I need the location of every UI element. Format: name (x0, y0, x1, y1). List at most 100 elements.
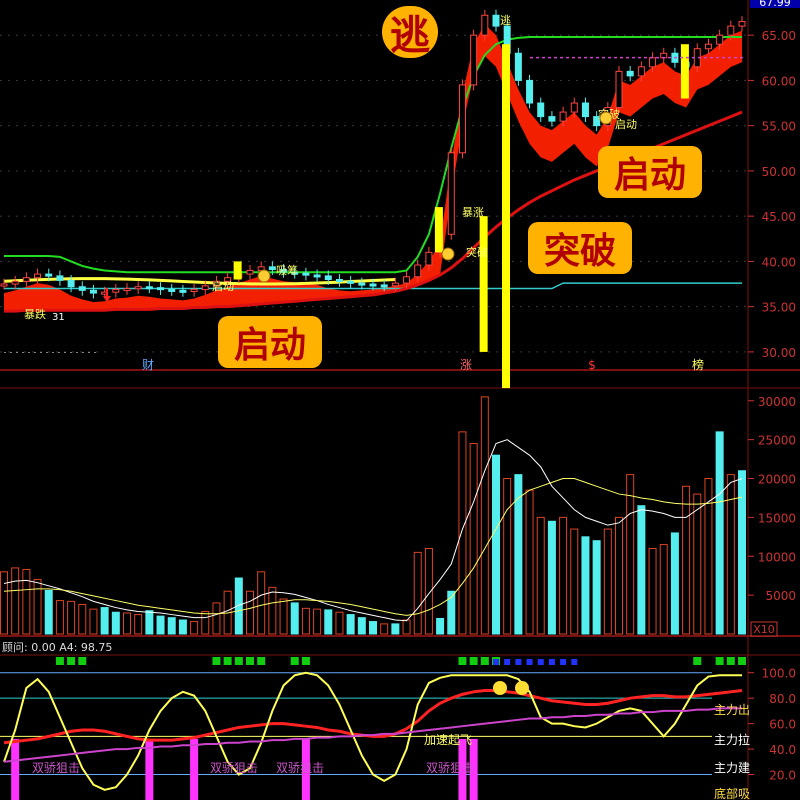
gridline-dot (488, 351, 490, 353)
gridline-dot (496, 79, 498, 81)
gridline-dot (312, 34, 314, 36)
dashed-level (680, 56, 683, 59)
gridline-dot (416, 306, 418, 308)
gridline-dot (176, 351, 178, 353)
candle-body (123, 288, 131, 292)
top-signal-square (458, 657, 467, 665)
gridline-dot (304, 125, 306, 127)
gridline-dot (584, 306, 586, 308)
volume-bar (715, 431, 724, 635)
gridline-dot (680, 125, 682, 127)
gridline-dot (240, 170, 242, 172)
gridline-dot (408, 351, 410, 353)
gridline-dot (344, 125, 346, 127)
gridline-dot (520, 170, 522, 172)
gridline-dot (736, 351, 738, 353)
dotted-line (34, 352, 36, 353)
gridline-dot (160, 79, 162, 81)
gridline-dot (400, 125, 402, 127)
gridline-dot (24, 260, 26, 262)
gridline-dot (304, 215, 306, 217)
gridline-dot (456, 306, 458, 308)
gridline-dot (320, 306, 322, 308)
gridline-dot (256, 125, 258, 127)
gridline-dot (272, 215, 274, 217)
gridline-dot (736, 306, 738, 308)
volume-bar (100, 607, 109, 635)
volume-y-tick-label: 25000 (758, 434, 796, 448)
gridline-dot (40, 34, 42, 36)
gridline-dot (440, 306, 442, 308)
gridline-dot (664, 125, 666, 127)
gridline-dot (160, 34, 162, 36)
gridline-dot (448, 79, 450, 81)
gridline-dot (712, 34, 714, 36)
dashed-level (536, 56, 539, 59)
gridline-dot (400, 351, 402, 353)
gridline-dot (480, 170, 482, 172)
gridline-dot (720, 215, 722, 217)
gridline-dot (72, 351, 74, 353)
gridline-dot (648, 34, 650, 36)
candle-body (548, 116, 556, 122)
dashed-level (596, 56, 599, 59)
top-signal-square (223, 657, 232, 665)
gridline-dot (672, 34, 674, 36)
gridline-dot (296, 34, 298, 36)
dotted-line (46, 352, 48, 353)
dotted-line (16, 352, 18, 353)
volume-bar (592, 540, 601, 635)
gridline-dot (96, 125, 98, 127)
gridline-dot (344, 306, 346, 308)
gridline-dot (48, 170, 50, 172)
volume-bar (22, 568, 31, 635)
gridline-dot (528, 306, 530, 308)
gridline-dot (344, 351, 346, 353)
gridline-dot (392, 306, 394, 308)
gridline-dot (232, 79, 234, 81)
gridline-dot (680, 34, 682, 36)
gridline-dot (224, 215, 226, 217)
gridline-dot (456, 79, 458, 81)
breakout-callout: 突破 (528, 222, 632, 274)
gridline-dot (256, 79, 258, 81)
gridline-dot (384, 306, 386, 308)
gridline-dot (88, 170, 90, 172)
dotted-line (82, 352, 84, 353)
gridline-dot (352, 215, 354, 217)
gridline-dot (152, 125, 154, 127)
gridline-dot (0, 306, 2, 308)
gridline-dot (8, 125, 10, 127)
gridline-dot (8, 260, 10, 262)
gridline-dot (288, 79, 290, 81)
gridline-dot (264, 215, 266, 217)
gridline-dot (624, 215, 626, 217)
gridline-dot (360, 79, 362, 81)
gridline-dot (80, 79, 82, 81)
indicator-panel: 顾问: 0.00 A4: 98.75 100.0 80.0 60.0 40.0 20.0 主… (0, 641, 796, 800)
gridline-dot (640, 260, 642, 262)
gridline-dot (528, 351, 530, 353)
candle-body (492, 14, 500, 27)
gridline-dot (448, 351, 450, 353)
gridline-dot (24, 125, 26, 127)
gridline-dot (0, 170, 2, 172)
gridline-dot (0, 125, 2, 127)
volume-bar (279, 598, 288, 635)
gridline-dot (312, 260, 314, 262)
gridline-dot (744, 306, 746, 308)
gridline-dot (496, 170, 498, 172)
gridline-dot (392, 215, 394, 217)
gridline-dot (312, 125, 314, 127)
gridline-dot (728, 125, 730, 127)
gridline-dot (216, 170, 218, 172)
gridline-dot (656, 34, 658, 36)
volume-bar (111, 611, 120, 635)
dotted-line (88, 352, 90, 353)
gridline-dot (352, 79, 354, 81)
volume-bar (469, 443, 478, 635)
candle-body (458, 84, 466, 154)
gridline-dot (312, 306, 314, 308)
gridline-dot (288, 125, 290, 127)
indicator-y-tick-label: 80.0 (769, 692, 796, 706)
